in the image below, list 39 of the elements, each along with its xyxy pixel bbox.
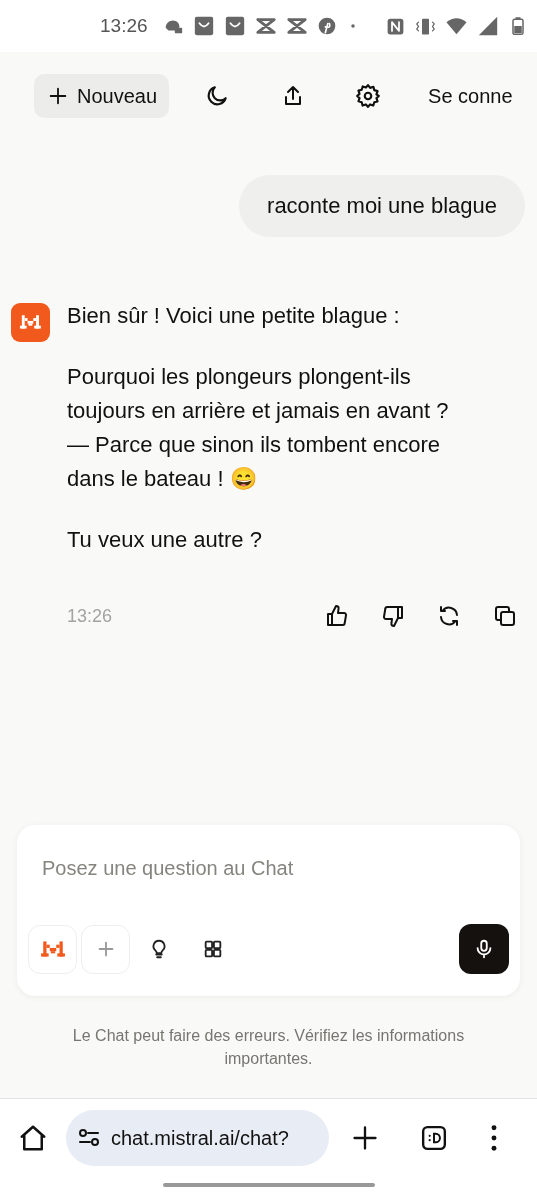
wifi-icon (445, 15, 468, 37)
tabs-icon (421, 1125, 447, 1151)
assistant-paragraph: Tu veux une autre ? (67, 526, 263, 554)
message-input[interactable]: Posez une question au Chat (28, 853, 509, 883)
new-chat-button[interactable]: Nouveau (34, 74, 170, 118)
regenerate-button[interactable] (437, 604, 461, 628)
copy-icon (493, 604, 517, 628)
microphone-button[interactable] (459, 924, 509, 974)
home-icon (18, 1123, 48, 1153)
menu-button[interactable] (491, 1125, 497, 1151)
address-bar[interactable]: chat.mistral.ai/chat? (66, 1110, 329, 1166)
more-icon (491, 1125, 497, 1151)
grid-icon (202, 938, 224, 960)
dislike-button[interactable] (381, 604, 405, 628)
plus-icon (351, 1124, 379, 1152)
message-time: 13:26 (67, 605, 113, 627)
hourglass-icon (285, 15, 308, 37)
signal-icon (477, 15, 499, 37)
refresh-icon (437, 604, 461, 628)
bag-icon (223, 15, 246, 37)
mode-button[interactable] (28, 924, 77, 974)
assistant-avatar (11, 303, 50, 342)
like-button[interactable] (325, 604, 349, 628)
home-button[interactable] (18, 1123, 48, 1153)
thumbs-down-icon (381, 604, 405, 628)
assistant-paragraph: Pourquoi les plongeurs plongent-ils toujours en arrière et jamais en avant ? — Parce que sinon ils tombent encore dans le bateau ! 😄 (67, 363, 450, 493)
copy-button[interactable] (493, 604, 517, 628)
assistant-paragraph: Bien sûr ! Voici une petite blague : (67, 302, 401, 330)
disclaimer-text: Le Chat peut faire des erreurs. Vérifiez les informations importantes. (71, 1026, 466, 1069)
hourglass-icon (254, 15, 277, 37)
settings-icon (355, 83, 382, 109)
sign-in-link[interactable]: Se conne (428, 84, 513, 108)
user-message: raconte moi une blague (239, 175, 525, 237)
bag-icon (192, 15, 215, 37)
status-time: 13:26 (100, 15, 148, 37)
plus-icon (47, 85, 69, 107)
new-tab-button[interactable] (351, 1124, 379, 1152)
thumbs-up-icon (325, 604, 349, 628)
tabs-button[interactable] (421, 1125, 447, 1151)
